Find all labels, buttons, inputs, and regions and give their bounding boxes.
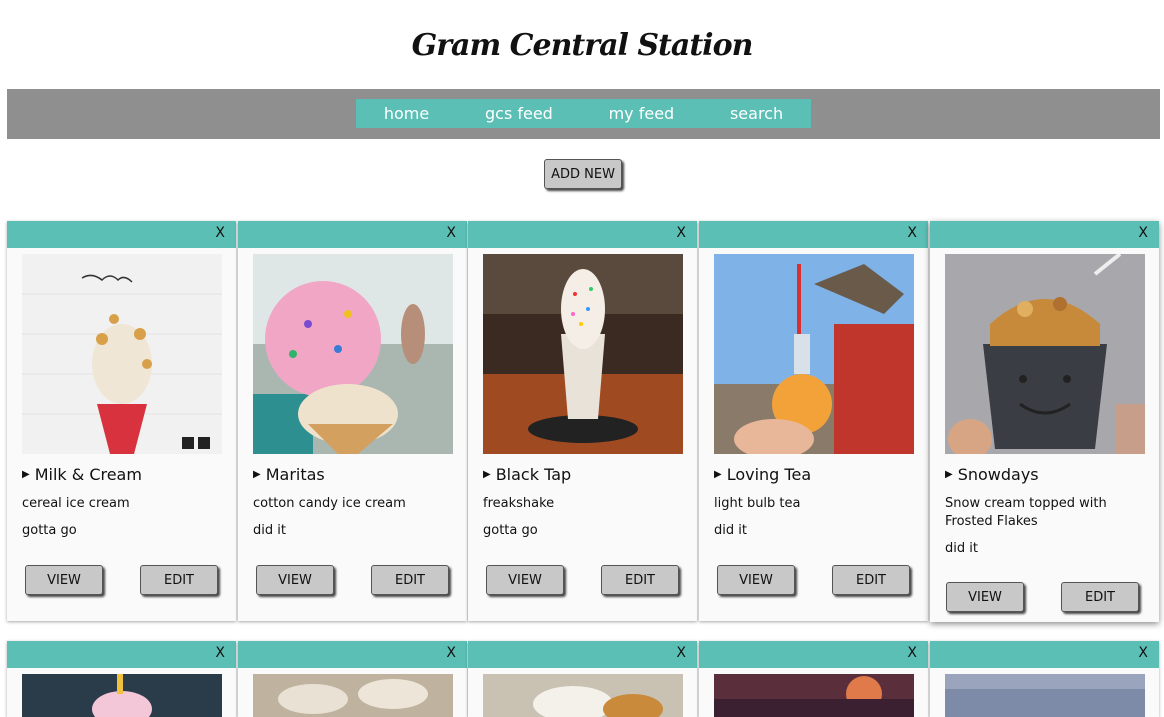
post-description: light bulb tea (714, 496, 801, 511)
post-photo[interactable] (945, 254, 1145, 454)
card-header: X (468, 221, 697, 248)
nav-home[interactable]: home (384, 104, 429, 123)
post-name[interactable]: ▶ Snowdays (945, 465, 1039, 484)
close-button[interactable]: X (1138, 645, 1148, 661)
navbar: home gcs feed my feed search (7, 89, 1160, 139)
post-photo[interactable] (253, 674, 453, 717)
close-button[interactable]: X (446, 225, 456, 241)
post-name-text: Milk & Cream (34, 465, 142, 484)
card-header: X (699, 641, 928, 668)
card-header: X (238, 641, 467, 668)
post-description: freakshake (483, 496, 555, 511)
nav-my-feed[interactable]: my feed (609, 104, 675, 123)
post-name-text: Loving Tea (726, 465, 812, 484)
expand-triangle-icon: ▶ (714, 469, 722, 480)
close-button[interactable]: X (446, 645, 456, 661)
edit-button[interactable]: EDIT (371, 565, 449, 595)
card-header: X (7, 221, 236, 248)
view-button[interactable]: VIEW (25, 565, 103, 595)
post-photo[interactable] (483, 254, 683, 454)
card-header: X (930, 641, 1159, 668)
post-name-text: Black Tap (495, 465, 572, 484)
nav-gcs-feed[interactable]: gcs feed (485, 104, 553, 123)
post-name-text: Snowdays (957, 465, 1039, 484)
post-photo[interactable] (253, 254, 453, 454)
post-name[interactable]: ▶ Loving Tea (714, 465, 811, 484)
view-button[interactable]: VIEW (717, 565, 795, 595)
post-name[interactable]: ▶ Maritas (253, 465, 325, 484)
close-button[interactable]: X (215, 225, 225, 241)
edit-button[interactable]: EDIT (140, 565, 218, 595)
site-title: Gram Central Station (411, 28, 754, 63)
post-status: did it (253, 523, 286, 538)
post-photo[interactable] (714, 254, 914, 454)
post-card: X (7, 641, 236, 717)
view-button[interactable]: VIEW (256, 565, 334, 595)
nav-search[interactable]: search (730, 104, 783, 123)
card-header: X (930, 221, 1159, 248)
post-card: X (238, 641, 467, 717)
card-header: X (699, 221, 928, 248)
edit-button[interactable]: EDIT (832, 565, 910, 595)
expand-triangle-icon: ▶ (22, 469, 30, 480)
view-button[interactable]: VIEW (946, 582, 1024, 612)
post-card: X ▶ Maritas cotton candy ice cream did i… (238, 221, 467, 621)
expand-triangle-icon: ▶ (253, 469, 261, 480)
post-photo[interactable] (483, 674, 683, 717)
edit-button[interactable]: EDIT (1061, 582, 1139, 612)
post-description: cotton candy ice cream (253, 496, 406, 511)
post-photo[interactable] (714, 674, 914, 717)
post-photo[interactable] (22, 254, 222, 454)
close-button[interactable]: X (907, 645, 917, 661)
post-name[interactable]: ▶ Milk & Cream (22, 465, 142, 484)
expand-triangle-icon: ▶ (945, 469, 953, 480)
post-name-text: Maritas (265, 465, 325, 484)
close-button[interactable]: X (676, 645, 686, 661)
card-header: X (238, 221, 467, 248)
nav-links: home gcs feed my feed search (356, 99, 811, 128)
post-card: X (930, 641, 1159, 717)
post-card: X ▶ Loving Tea light bulb tea did it VIE… (699, 221, 928, 621)
post-card: X (468, 641, 697, 717)
post-status: did it (714, 523, 747, 538)
post-status: gotta go (483, 523, 538, 538)
post-description: Snow cream topped with Frosted Flakes (945, 496, 1107, 529)
post-card: X (699, 641, 928, 717)
close-button[interactable]: X (676, 225, 686, 241)
post-photo[interactable] (945, 674, 1145, 717)
expand-triangle-icon: ▶ (483, 469, 491, 480)
post-status: gotta go (22, 523, 77, 538)
add-new-button[interactable]: ADD NEW (544, 159, 622, 189)
post-card: X ▶ Snowdays Snow cream topped with Fros… (930, 221, 1159, 622)
post-status: did it (945, 541, 978, 556)
edit-button[interactable]: EDIT (601, 565, 679, 595)
post-card: X ▶ Black Tap freakshake gotta go VIEW E… (468, 221, 697, 621)
post-name[interactable]: ▶ Black Tap (483, 465, 571, 484)
card-header: X (468, 641, 697, 668)
view-button[interactable]: VIEW (486, 565, 564, 595)
close-button[interactable]: X (907, 225, 917, 241)
close-button[interactable]: X (1138, 225, 1148, 241)
card-header: X (7, 641, 236, 668)
close-button[interactable]: X (215, 645, 225, 661)
post-description: cereal ice cream (22, 496, 130, 511)
post-photo[interactable] (22, 674, 222, 717)
post-card: X ▶ Milk & Cream cereal ice cream gotta … (7, 221, 236, 621)
